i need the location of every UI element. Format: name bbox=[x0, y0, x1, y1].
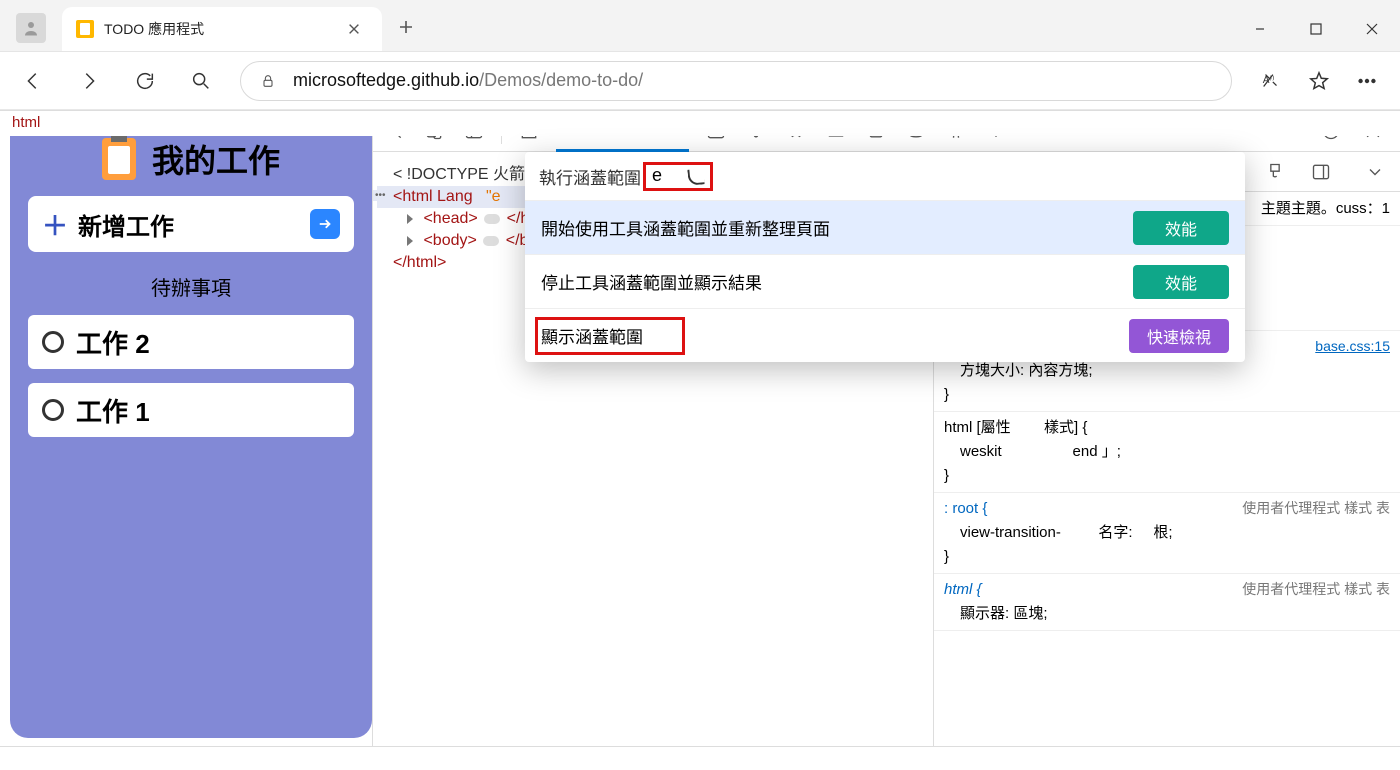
tab-title: TODO 應用程式 bbox=[104, 19, 204, 39]
more-menu-button[interactable] bbox=[1350, 64, 1384, 98]
favorite-button[interactable] bbox=[1302, 64, 1336, 98]
window-minimize-button[interactable] bbox=[1232, 7, 1288, 51]
expand-caret-icon[interactable] bbox=[407, 214, 413, 224]
search-button[interactable] bbox=[184, 64, 218, 98]
back-button[interactable] bbox=[16, 64, 50, 98]
window-controls bbox=[1232, 7, 1400, 51]
submit-task-button[interactable] bbox=[310, 209, 340, 239]
highlight-box bbox=[535, 317, 685, 355]
style-rule[interactable]: 使用者代理程式 樣式 表 html { 顯示器: 區塊; bbox=[934, 574, 1400, 631]
browser-toolbar: microsoftedge.github.io/Demos/demo-to-do… bbox=[0, 52, 1400, 110]
task-label: 工作 2 bbox=[76, 324, 150, 361]
highlight-box: e bbox=[643, 162, 713, 191]
main-content: 我的工作 ＋ 新增工作 待辦事項 工作 2 工作 1 </> bbox=[0, 110, 1400, 746]
url-text: microsoftedge.github.io/Demos/demo-to-do… bbox=[293, 70, 643, 91]
command-menu-item[interactable]: 停止工具涵蓋範圍並顯示結果 效能 bbox=[525, 254, 1245, 308]
command-menu-item[interactable]: 顯示涵蓋範圍 快速檢視 bbox=[525, 308, 1245, 362]
tab-close-button[interactable] bbox=[340, 15, 368, 43]
ellipsis-icon bbox=[484, 214, 500, 224]
svg-text:A⁾⁾: A⁾⁾ bbox=[1263, 74, 1275, 85]
status-bar bbox=[0, 746, 1400, 770]
window-restore-button[interactable] bbox=[1288, 7, 1344, 51]
user-agent-label: 使用者代理程式 樣式 表 bbox=[1242, 578, 1390, 600]
favicon-clipboard-icon bbox=[76, 20, 94, 38]
ellipsis-icon bbox=[483, 236, 499, 246]
profile-avatar[interactable] bbox=[16, 13, 46, 43]
chevron-down-icon[interactable] bbox=[1362, 159, 1388, 185]
task-item[interactable]: 工作 1 bbox=[28, 383, 354, 437]
new-tab-button[interactable] bbox=[386, 7, 426, 47]
plus-icon: ＋ bbox=[42, 206, 68, 243]
add-task-input[interactable]: ＋ 新增工作 bbox=[28, 196, 354, 252]
browser-tab[interactable]: TODO 應用程式 bbox=[62, 7, 382, 51]
task-checkbox[interactable] bbox=[42, 331, 64, 353]
read-aloud-button[interactable]: A⁾⁾ bbox=[1254, 64, 1288, 98]
devtools-panel: </> Elements < !DOCTYPE 火箭 bbox=[372, 110, 1400, 746]
user-agent-label: 使用者代理程式 樣式 表 bbox=[1242, 497, 1390, 519]
window-titlebar: TODO 應用程式 bbox=[0, 0, 1400, 52]
command-item-badge: 效能 bbox=[1133, 211, 1229, 245]
clipboard-icon bbox=[102, 138, 136, 180]
style-rule[interactable]: 使用者代理程式 樣式 表 : root { view-transition- 名… bbox=[934, 493, 1400, 574]
dom-line: < !DOCTYPE 火箭 bbox=[393, 166, 525, 183]
devtools-body: < !DOCTYPE 火箭 <html Lang "e <head> </h <… bbox=[373, 152, 1400, 746]
forward-button[interactable] bbox=[72, 64, 106, 98]
source-link[interactable]: base.css:15 bbox=[1315, 335, 1390, 357]
add-task-label: 新增工作 bbox=[78, 207, 174, 242]
todo-section-label: 待辦事項 bbox=[28, 272, 354, 301]
lock-icon bbox=[259, 72, 277, 90]
app-title: 我的工作 bbox=[152, 136, 280, 182]
style-rule[interactable]: html [屬性 樣式] { weskit end 」; } bbox=[934, 412, 1400, 493]
styles-toggle-icon[interactable] bbox=[1308, 159, 1334, 185]
command-item-label: 開始使用工具涵蓋範圍並重新整理頁面 bbox=[541, 215, 830, 240]
expand-caret-icon[interactable] bbox=[407, 236, 413, 246]
todo-app-panel: 我的工作 ＋ 新增工作 待辦事項 工作 2 工作 1 bbox=[10, 118, 372, 738]
task-label: 工作 1 bbox=[76, 392, 150, 429]
refresh-button[interactable] bbox=[128, 64, 162, 98]
styles-brush-icon[interactable] bbox=[1262, 159, 1288, 185]
command-menu-item[interactable]: 開始使用工具涵蓋範圍並重新整理頁面 效能 bbox=[525, 200, 1245, 254]
app-header: 我的工作 bbox=[28, 136, 354, 182]
command-item-badge: 快速檢視 bbox=[1129, 319, 1229, 353]
command-menu-popup: 執行涵蓋範圍 e 開始使用工具涵蓋範圍並重新整理頁面 效能 停止工具涵蓋範圍並顯… bbox=[525, 152, 1245, 362]
command-menu-input[interactable]: 執行涵蓋範圍 e bbox=[525, 152, 1245, 200]
dom-breadcrumbs[interactable]: html bbox=[0, 110, 1400, 136]
task-checkbox[interactable] bbox=[42, 399, 64, 421]
window-close-button[interactable] bbox=[1344, 7, 1400, 51]
command-item-label: 停止工具涵蓋範圍並顯示結果 bbox=[541, 269, 762, 294]
address-bar[interactable]: microsoftedge.github.io/Demos/demo-to-do… bbox=[240, 61, 1232, 101]
task-item[interactable]: 工作 2 bbox=[28, 315, 354, 369]
command-item-badge: 效能 bbox=[1133, 265, 1229, 299]
